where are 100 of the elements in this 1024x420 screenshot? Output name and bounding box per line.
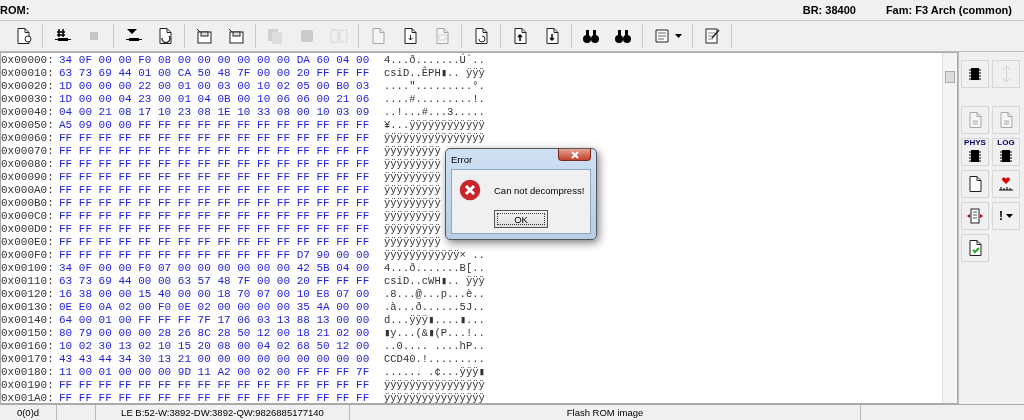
baud-rate: BR: 38400 <box>802 4 856 16</box>
address: 0x00040: <box>1 106 55 119</box>
address: 0x00030: <box>1 93 55 106</box>
address: 0x00190: <box>1 379 55 392</box>
address: 0x00100: <box>1 262 55 275</box>
toolbar-button[interactable] <box>961 60 989 88</box>
chip-icon <box>966 147 984 165</box>
address: 0x00120: <box>1 288 55 301</box>
hex-bytes: FF FF FF FF FF FF FF FF FF FF FF FF FF FF FF FF <box>59 171 371 184</box>
hex-bytes: 63 73 69 44 00 00 63 57 48 7F 00 00 20 FF FF FF <box>59 275 371 288</box>
address: 0x00060: <box>1 132 55 145</box>
hex-bytes: 1D 00 00 04 23 00 01 04 0B 00 10 06 06 00 21 06 <box>59 93 371 106</box>
ok-button[interactable]: OK <box>494 210 548 228</box>
ascii-text: ¥...ÿÿÿÿÿÿÿÿÿÿÿÿ <box>384 119 485 132</box>
ascii-text: ÿÿÿÿÿÿÿÿÿ <box>384 184 441 197</box>
hex-bytes: 1D 00 00 00 22 00 01 00 03 00 10 02 05 00 B0 03 <box>59 80 371 93</box>
ascii-text: 4...ð.......B[.. <box>384 262 485 275</box>
hex-bytes: 34 0F 00 00 F0 07 00 00 00 00 00 00 42 5B 04 00 <box>59 262 371 275</box>
hex-bytes: 64 00 01 00 FF FF FF 7F 17 06 03 13 88 13 00 00 <box>59 314 371 327</box>
ascii-text: ÿÿÿÿÿÿÿÿÿ <box>384 171 441 184</box>
toolbar-button[interactable] <box>961 170 989 198</box>
hex-bytes: FF FF FF FF FF FF FF FF FF FF FF FF FF FF FF FF <box>59 223 371 236</box>
ascii-text: ....#.........!. <box>384 93 485 106</box>
ascii-text: ÿÿÿÿÿÿÿÿÿ <box>384 236 441 249</box>
chip-document-icon <box>997 111 1015 129</box>
chip-icon <box>997 147 1015 165</box>
address: 0x00070: <box>1 145 55 158</box>
ascii-text: .à...ð......5J.. <box>384 301 485 314</box>
floppy-icon <box>195 27 213 45</box>
ascii-text: ÿÿÿÿÿÿÿÿÿ <box>384 197 441 210</box>
address: 0x00080: <box>1 158 55 171</box>
address: 0x00170: <box>1 353 55 366</box>
ascii-text: .8...@...p...è.. <box>384 288 485 301</box>
toolbar-button[interactable]: ! <box>992 202 1020 230</box>
file-type: Flash ROM image <box>566 407 644 418</box>
hex-bytes: 10 02 30 13 02 10 15 20 08 00 04 02 68 50 12 00 <box>59 340 371 353</box>
address: 0x00130: <box>1 301 55 314</box>
document-icon <box>966 175 984 193</box>
error-icon <box>458 178 482 202</box>
hex-bytes: 16 38 00 00 15 40 00 00 18 70 07 00 10 E8 07 00 <box>59 288 371 301</box>
hex-bytes: 04 00 21 08 17 10 23 08 1E 10 33 08 00 10 03 09 <box>59 106 371 119</box>
swirl-document-icon <box>156 27 174 45</box>
hex-bytes: FF FF FF FF FF FF FF FF FF FF FF FF FF FF FF FF <box>59 236 371 249</box>
document-icon <box>369 27 387 45</box>
ascii-text: ÿÿÿÿÿÿÿÿÿ <box>384 145 441 158</box>
caret-icon <box>1006 214 1013 218</box>
ascii-text: ÿÿÿÿÿÿÿÿÿ <box>384 223 441 236</box>
hex-bytes: 63 73 69 44 01 00 CA 50 48 7F 00 00 20 FF FF FF <box>59 67 371 80</box>
address: 0x00010: <box>1 67 55 80</box>
hex-bytes: FF FF FF FF FF FF FF FF FF FF FF FF FF FF FF FF <box>59 392 371 403</box>
address: 0x00110: <box>1 275 55 288</box>
chip-icon <box>966 65 984 83</box>
heart-ruler-icon <box>997 175 1015 193</box>
address: 0x000C0: <box>1 210 55 223</box>
dialog-title: Error <box>451 153 474 165</box>
document-down-icon <box>543 27 561 45</box>
address: 0x000D0: <box>1 223 55 236</box>
hex-bytes: FF FF FF FF FF FF FF FF FF FF FF FF FF FF FF FF <box>59 145 371 158</box>
ascii-text: ..0.... ....hP.. <box>384 340 485 353</box>
address: 0x000B0: <box>1 197 55 210</box>
hex-bytes: 43 43 44 34 30 13 21 00 00 00 00 00 00 00 00 00 <box>59 353 371 366</box>
ascii-text: ÿÿÿÿÿÿÿÿÿ <box>384 158 441 171</box>
copy-icon <box>266 27 284 45</box>
floppy-icon <box>227 27 245 45</box>
ascii-text: csiD..cWH▮.. ÿÿÿ <box>384 275 485 288</box>
hex-bytes: FF FF FF FF FF FF FF FF FF FF FF FF FF FF FF FF <box>59 197 371 210</box>
error-message: Can not decompress! <box>494 184 585 196</box>
close-button[interactable] <box>558 149 591 161</box>
hex-bytes: FF FF FF FF FF FF FF FF FF FF FF FF FF FF FF FF <box>59 132 371 145</box>
ascii-text: 4...ð.......Ú`.. <box>384 54 485 66</box>
hex-bytes: 0E E0 0A 02 00 F0 0E 02 00 00 00 00 35 4A 00 00 <box>59 301 371 314</box>
ascii-text: ÿÿÿÿÿÿÿÿÿÿÿÿÿÿÿÿ <box>384 132 485 145</box>
ascii-text: ..!...#...3..... <box>384 106 485 119</box>
toolbar-button[interactable] <box>961 234 989 262</box>
notepad-icon <box>703 27 721 45</box>
ascii-text: csiD..ÊPH▮.. ÿÿÿ <box>384 67 485 80</box>
hex-bytes: 80 79 00 00 00 28 26 8C 28 50 12 00 18 21 02 00 <box>59 327 371 340</box>
toolbar-button[interactable]: LOG <box>992 138 1020 166</box>
up-down-arrow-icon <box>1001 65 1011 83</box>
close-icon <box>570 150 579 159</box>
document-up-icon <box>511 27 529 45</box>
address: 0x00050: <box>1 119 55 132</box>
stack-icon <box>298 27 316 45</box>
hex-bytes: FF FF FF FF FF FF FF FF FF FF FF FF D7 90 00 00 <box>59 249 371 262</box>
scrollbar[interactable] <box>942 53 957 403</box>
hex-bytes: A5 09 00 00 FF FF FF FF FF FF FF FF FF FF FF FF <box>59 119 371 132</box>
ascii-text: ÿÿÿÿÿÿÿÿÿÿÿÿ× .. <box>384 249 485 262</box>
hex-bytes: 34 0F 00 00 F0 08 00 00 00 00 00 00 DA 60 04 00 <box>59 54 371 67</box>
address: 0x00020: <box>1 80 55 93</box>
data-arrows-icon <box>966 207 984 225</box>
document-refresh-icon <box>472 27 490 45</box>
hex-bytes: FF FF FF FF FF FF FF FF FF FF FF FF FF FF FF FF <box>59 184 371 197</box>
hex-bytes: FF FF FF FF FF FF FF FF FF FF FF FF FF FF FF FF <box>59 158 371 171</box>
ascii-text: ....".........°. <box>384 80 485 93</box>
value-info: LE B:52-W:3892-DW:3892-QW:9826885177140 <box>121 407 324 418</box>
toolbar-button[interactable]: PHYS <box>961 138 989 166</box>
address: 0x00090: <box>1 171 55 184</box>
document-gear-icon <box>14 27 32 45</box>
ascii-text: ÿÿÿÿÿÿÿÿÿÿÿÿÿÿÿÿ <box>384 392 485 403</box>
hex-bytes: FF FF FF FF FF FF FF FF FF FF FF FF FF FF FF FF <box>59 210 371 223</box>
